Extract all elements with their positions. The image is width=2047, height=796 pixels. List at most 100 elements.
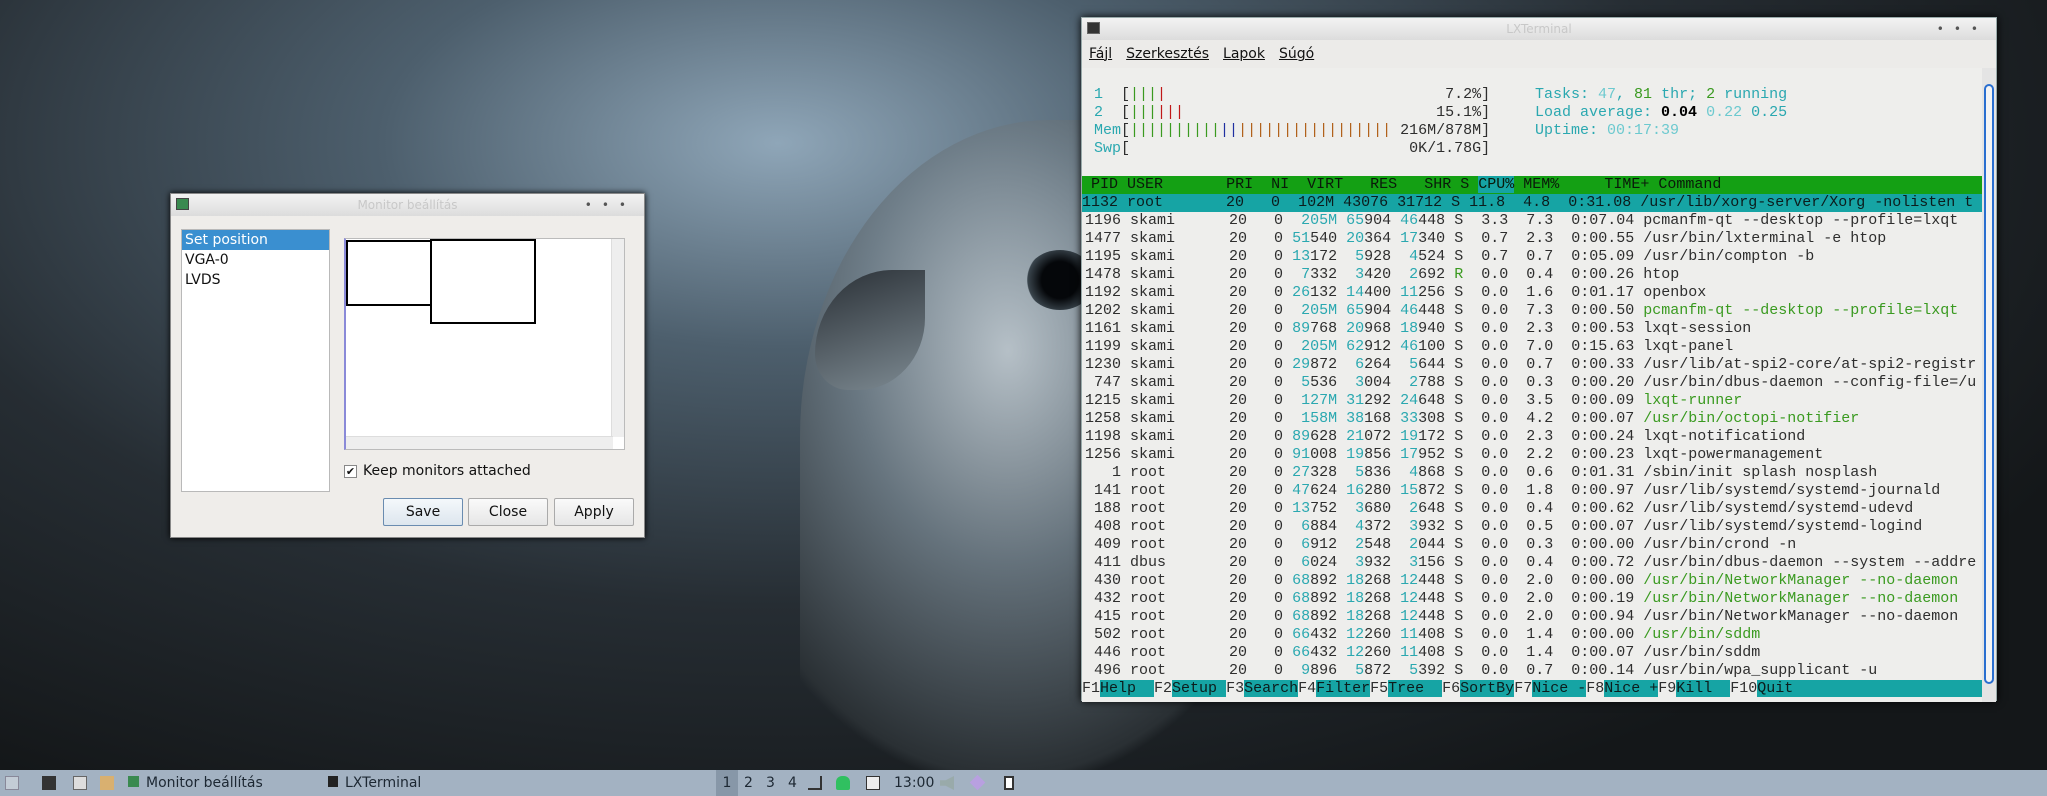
process-row[interactable]: 1477 skami 20 0 51540 20364 17340 S 0.7 … [1085,230,1886,248]
fkey-label[interactable]: Quit [1757,680,1794,697]
column-time[interactable]: TIME+ [1568,176,1649,193]
list-item-set-position[interactable]: Set position [182,230,329,250]
fkey-f5[interactable]: F5 [1370,680,1388,697]
vertical-scrollbar[interactable] [611,239,624,437]
process-row[interactable]: 1478 skami 20 0 7332 3420 2692 R 0.0 0.4… [1085,266,1679,284]
column-pid[interactable]: PID [1082,176,1118,193]
process-row[interactable]: 1195 skami 20 0 13172 5928 4524 S 0.7 0.… [1085,248,1814,266]
process-row[interactable]: 415 root 20 0 68892 18268 12448 S 0.0 2.… [1085,608,1958,626]
network-icon[interactable] [808,776,822,790]
diamond-app-icon[interactable] [969,774,986,791]
process-row[interactable]: 496 root 20 0 9896 5872 5392 S 0.0 0.7 0… [1085,662,1877,680]
horizontal-scrollbar[interactable] [346,436,613,449]
scrollbar-thumb[interactable] [1984,84,1994,684]
keyboard-icon[interactable] [866,776,880,790]
fkey-f10[interactable]: F10 [1730,680,1757,697]
fkey-f3[interactable]: F3 [1226,680,1244,697]
column-pri[interactable]: PRI [1226,176,1253,193]
battery-icon[interactable] [1004,776,1014,790]
fkey-f1[interactable]: F1 [1082,680,1100,697]
process-row[interactable]: 188 root 20 0 13752 3680 2648 S 0.0 0.4 … [1085,500,1913,518]
fkey-label[interactable]: SortBy [1460,680,1515,697]
process-row[interactable]: 1198 skami 20 0 89628 21072 19172 S 0.0 … [1085,428,1805,446]
fkey-label[interactable]: Nice + [1604,680,1659,697]
monitor-layout-canvas[interactable] [344,238,625,450]
close-button[interactable]: Close [468,498,548,526]
process-row[interactable]: 408 root 20 0 6884 4372 3932 S 0.0 0.5 0… [1085,518,1922,536]
menu-tabs[interactable]: Lapok [1223,46,1265,62]
fkey-f2[interactable]: F2 [1154,680,1172,697]
apply-button[interactable]: Apply [554,498,634,526]
column-virt[interactable]: VIRT [1298,176,1343,193]
process-row[interactable]: 411 dbus 20 0 6024 3932 3156 S 0.0 0.4 0… [1085,554,1976,572]
process-row[interactable]: 432 root 20 0 68892 18268 12448 S 0.0 2.… [1085,590,1958,608]
column-user[interactable]: USER [1127,176,1208,193]
task-lxterminal[interactable]: LXTerminal [326,770,421,796]
column-res[interactable]: RES [1352,176,1397,193]
menu-edit[interactable]: Szerkesztés [1126,46,1209,62]
process-row[interactable]: 446 root 20 0 66432 12260 11408 S 0.0 1.… [1085,644,1760,662]
fkey-f4[interactable]: F4 [1298,680,1316,697]
window-controls-icon[interactable]: ••• [585,194,636,216]
task-monitor-settings[interactable]: Monitor beállítás [126,770,263,796]
fkey-label[interactable]: Help [1100,680,1155,697]
htop-screen[interactable]: 1 [|||| 7.2%] 2 [|||||| 15.1%] Mem[|||||… [1082,68,1982,702]
fkey-f8[interactable]: F8 [1586,680,1604,697]
checkbox-check-icon[interactable]: ✔ [344,464,357,478]
fkey-label[interactable]: Kill [1676,680,1731,697]
fkey-f6[interactable]: F6 [1442,680,1460,697]
terminal-titlebar[interactable]: LXTerminal ••• [1082,18,1996,40]
fkey-f9[interactable]: F9 [1658,680,1676,697]
window-controls-icon[interactable]: ••• [1937,18,1988,40]
process-row[interactable]: 1132 root 20 0 102M 43076 31712 S 11.8 4… [1082,194,1982,212]
menu-help[interactable]: Súgó [1279,46,1314,62]
process-row[interactable]: 1161 skami 20 0 89768 20968 18940 S 0.0 … [1085,320,1751,338]
fkey-label[interactable]: Nice - [1532,680,1587,697]
process-row[interactable]: 1256 skami 20 0 91008 19856 17952 S 0.0 … [1085,446,1823,464]
process-row[interactable]: 1215 skami 20 0 127M 31292 24648 S 0.0 3… [1085,392,1742,410]
process-row[interactable]: 1199 skami 20 0 205M 62912 46100 S 0.0 7… [1085,338,1733,356]
process-row[interactable]: 1258 skami 20 0 158M 38168 33308 S 0.0 4… [1085,410,1859,428]
column-cpu[interactable]: CPU% [1478,176,1515,193]
show-desktop-icon[interactable] [42,776,56,790]
process-row[interactable]: 747 skami 20 0 5536 3004 2788 S 0.0 0.3 … [1085,374,1976,392]
fkey-label[interactable]: Search [1244,680,1299,697]
clock[interactable]: 13:00 [894,770,934,796]
file-manager-icon[interactable] [73,776,87,790]
column-shr[interactable]: SHR [1406,176,1451,193]
process-row[interactable]: 1192 skami 20 0 26132 14400 11256 S 0.0 … [1085,284,1706,302]
list-item-lvds[interactable]: LVDS [182,270,329,290]
process-row[interactable]: 409 root 20 0 6912 2548 2044 S 0.0 0.3 0… [1085,536,1796,554]
notifier-ghost-icon[interactable] [836,776,850,790]
dialog-titlebar[interactable]: Monitor beállítás ••• [171,194,644,216]
terminal-scrollbar[interactable] [1982,68,1996,702]
desktop-4[interactable]: 4 [788,770,797,796]
fkey-f7[interactable]: F7 [1514,680,1532,697]
process-row[interactable]: 141 root 20 0 47624 16280 15872 S 0.0 1.… [1085,482,1940,500]
save-button[interactable]: Save [383,498,463,526]
process-row[interactable]: 430 root 20 0 68892 18268 12448 S 0.0 2.… [1085,572,1958,590]
keep-attached-checkbox[interactable]: ✔ Keep monitors attached [344,463,531,479]
desktop-2[interactable]: 2 [744,770,753,796]
list-item-vga[interactable]: VGA-0 [182,250,329,270]
process-row[interactable]: 1202 skami 20 0 205M 65904 46448 S 0.0 7… [1085,302,1958,320]
main-menu-icon[interactable] [5,776,19,790]
process-row[interactable]: 1196 skami 20 0 205M 65904 46448 S 3.3 7… [1085,212,1958,230]
fkey-label[interactable]: Filter [1316,680,1371,697]
column-s[interactable]: S [1460,176,1469,193]
process-row[interactable]: 1 root 20 0 27328 5836 4868 S 0.0 0.6 0:… [1085,464,1877,482]
monitor-rect-vga[interactable] [346,240,432,306]
volume-icon[interactable] [940,776,954,790]
column-ni[interactable]: NI [1262,176,1289,193]
desktop-3[interactable]: 3 [766,770,775,796]
folder-icon[interactable] [100,776,114,790]
menu-file[interactable]: Fájl [1089,46,1112,62]
fkey-label[interactable]: Setup [1172,680,1227,697]
process-row[interactable]: 502 root 20 0 66432 12260 11408 S 0.0 1.… [1085,626,1760,644]
monitor-rect-lvds[interactable] [430,239,536,324]
process-row[interactable]: 1230 skami 20 0 29872 6264 5644 S 0.0 0.… [1085,356,1976,374]
column-mem[interactable]: MEM% [1523,176,1559,193]
fkey-label[interactable]: Tree [1388,680,1443,697]
desktop-1[interactable]: 1 [716,770,738,796]
column-command[interactable]: Command [1658,176,1721,193]
